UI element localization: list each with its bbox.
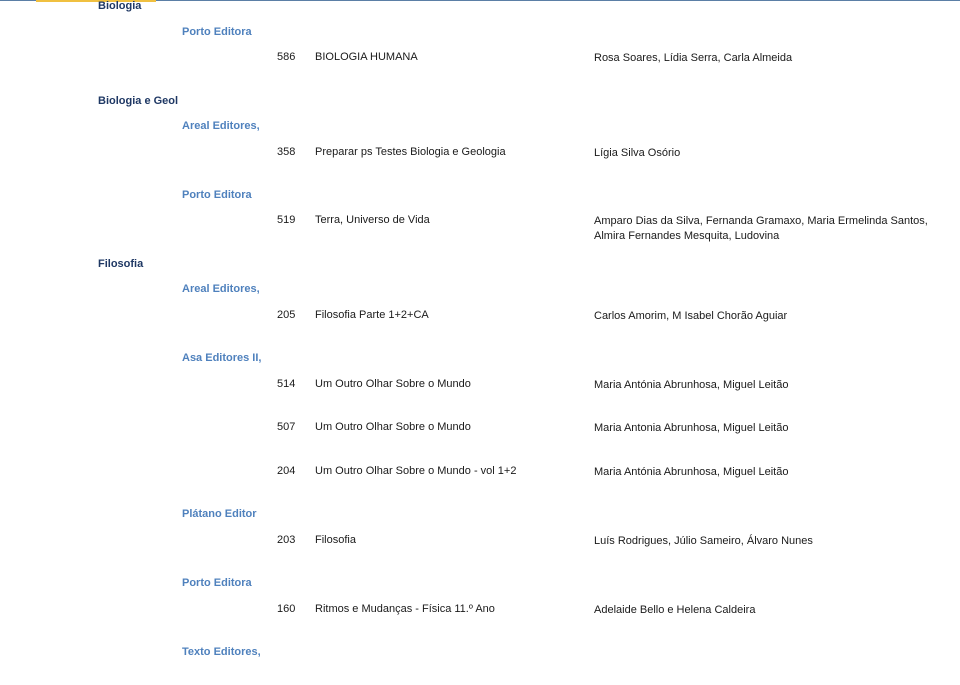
publisher-heading: Porto Editora	[182, 577, 252, 589]
book-number: 358	[277, 146, 296, 158]
publisher-heading: Plátano Editor	[182, 508, 257, 520]
book-authors: Lígia Silva Osório	[594, 147, 681, 159]
book-title: Um Outro Olhar Sobre o Mundo - vol 1+2	[315, 465, 517, 477]
subject-heading: Biologia	[98, 0, 142, 12]
book-title: Um Outro Olhar Sobre o Mundo	[315, 378, 471, 390]
book-title: Um Outro Olhar Sobre o Mundo	[315, 421, 471, 433]
book-authors: Luís Rodrigues, Júlio Sameiro, Álvaro Nu…	[594, 535, 813, 547]
book-authors: Maria Antónia Abrunhosa, Miguel Leitão	[594, 379, 789, 391]
publisher-heading: Asa Editores II,	[182, 352, 262, 364]
book-number: 160	[277, 603, 296, 615]
book-number: 519	[277, 214, 296, 226]
publisher-heading: Areal Editores,	[182, 120, 260, 132]
subject-heading: Filosofia	[98, 258, 144, 270]
book-number: 203	[277, 534, 296, 546]
book-authors: Amparo Dias da Silva, Fernanda Gramaxo, …	[594, 215, 928, 242]
book-title: Ritmos e Mudanças - Física 11.º Ano	[315, 603, 495, 615]
book-number: 205	[277, 309, 296, 321]
publisher-heading: Areal Editores,	[182, 283, 260, 295]
publisher-heading: Porto Editora	[182, 189, 252, 201]
book-authors: Rosa Soares, Lídia Serra, Carla Almeida	[594, 52, 793, 64]
publisher-heading: Porto Editora	[182, 26, 252, 38]
book-authors: Maria Antónia Abrunhosa, Miguel Leitão	[594, 466, 789, 478]
book-title: Preparar ps Testes Biologia e Geologia	[315, 146, 506, 158]
book-title: Filosofia	[315, 534, 356, 546]
book-authors: Maria Antonia Abrunhosa, Miguel Leitão	[594, 422, 789, 434]
subject-heading: Biologia e Geol	[98, 95, 179, 107]
book-title: Terra, Universo de Vida	[315, 214, 430, 226]
book-title: Filosofia Parte 1+2+CA	[315, 309, 429, 321]
book-authors: Carlos Amorim, M Isabel Chorão Aguiar	[594, 310, 788, 322]
book-number: 204	[277, 465, 296, 477]
publisher-heading: Texto Editores,	[182, 646, 261, 658]
book-title: BIOLOGIA HUMANA	[315, 51, 418, 63]
book-authors: Adelaide Bello e Helena Caldeira	[594, 604, 756, 616]
book-number: 507	[277, 421, 296, 433]
book-number: 586	[277, 51, 296, 63]
book-number: 514	[277, 378, 296, 390]
